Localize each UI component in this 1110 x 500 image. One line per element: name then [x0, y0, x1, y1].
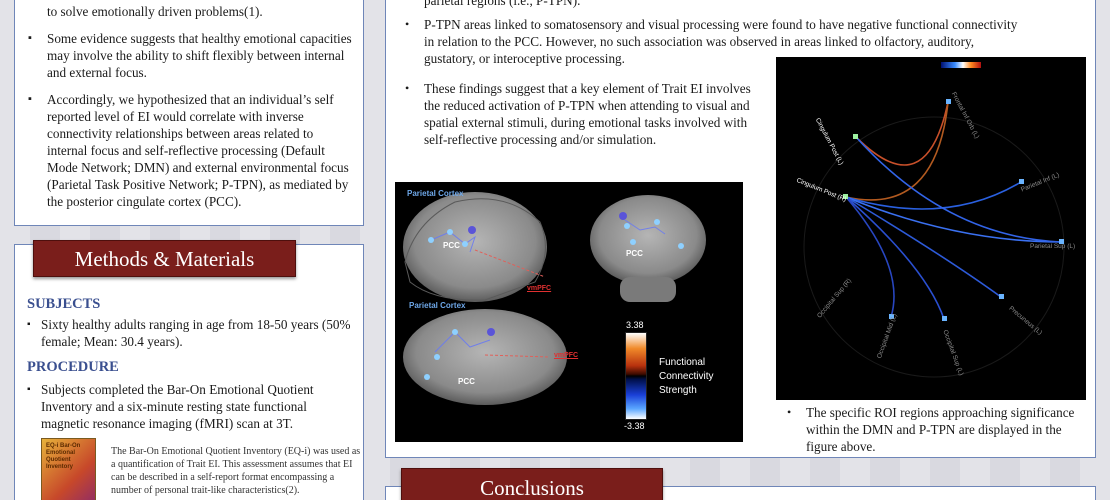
- vmpfc-label-1: vmPFC: [527, 285, 552, 292]
- eqi-description: The Bar-On Emotional Quotient Inventory …: [111, 446, 361, 496]
- intro-bullet-text: Accordingly, we hypothesized that an ind…: [47, 92, 349, 209]
- intro-bullet-text: Some evidence suggests that healthy emot…: [47, 31, 352, 80]
- bullet-marker: •: [405, 81, 410, 95]
- procedure-text: Subjects completed the Bar-On Emotional …: [41, 382, 314, 431]
- parietal-cortex-label-2: Parietal Cortex: [409, 301, 466, 310]
- intro-bullet-2: ▪ Accordingly, we hypothesized that an in…: [25, 91, 353, 210]
- pcc-label-1: PCC: [443, 241, 460, 250]
- methods-panel: SUBJECTS ▪ Sixty healthy adults ranging i…: [14, 244, 364, 500]
- parietal-cortex-label-1: Parietal Cortex: [407, 189, 464, 198]
- legend-line-2: Connectivity: [659, 371, 714, 382]
- results-bullet-2-text: • These findings suggest that a key eleme…: [403, 80, 763, 148]
- legend-line-1: Functional: [659, 357, 706, 368]
- connectivity-colorbar: [625, 332, 647, 420]
- scale-min-label: -3.38: [624, 421, 645, 431]
- roi-connectogram-figure: Cingulum Post (L) Cingulum Post (R) Fron…: [776, 57, 1086, 400]
- procedure-bullet: ▪ Subjects completed the Bar-On Emotional…: [27, 381, 357, 432]
- results-bullet-3-text: • The specific ROI regions approaching si…: [785, 404, 1075, 455]
- scale-max-label: 3.38: [626, 320, 644, 330]
- eqi-book-image: EQ-i Bar-On Emotional Quotient Inventory: [41, 438, 96, 500]
- pcc-label-2: PCC: [626, 249, 643, 258]
- results-top-text: parietal regions (i.e., P-TPN).: [403, 0, 1023, 9]
- results-top-line: parietal regions (i.e., P-TPN).: [403, 0, 1023, 9]
- connectogram-svg: [803, 62, 1065, 378]
- results-bullet-3: • The specific ROI regions approaching si…: [785, 404, 1075, 455]
- brain-coronal: [590, 195, 706, 285]
- results-bullet-3-span: The specific ROI regions approaching sig…: [806, 405, 1075, 454]
- pcc-label-3: PCC: [458, 377, 475, 386]
- intro-bullet-list: ▪ Some evidence suggests that healthy emo…: [25, 30, 353, 210]
- intro-first-line: to solve emotionally driven problems(1).: [47, 4, 263, 19]
- subjects-bullet: ▪ Sixty healthy adults ranging in age fro…: [27, 316, 357, 350]
- introduction-panel: to solve emotionally driven problems(1).…: [14, 0, 364, 226]
- roi-label-parietal-sup: Parietal Sup (L): [1030, 243, 1076, 250]
- conclusions-header: Conclusions: [401, 468, 663, 500]
- subjects-text: Sixty healthy adults ranging in age from…: [41, 317, 351, 349]
- results-bullet-2: • These findings suggest that a key eleme…: [403, 80, 763, 148]
- vmpfc-label-2: vmPFC: [554, 352, 579, 359]
- bullet-marker: •: [787, 405, 792, 419]
- legend-line-3: Strength: [659, 385, 697, 396]
- book-title: EQ-i Bar-On Emotional Quotient Inventory: [46, 443, 81, 470]
- bullet-marker: ▪: [28, 93, 32, 105]
- results-top-span: parietal regions (i.e., P-TPN).: [424, 0, 581, 8]
- intro-bullet-1: ▪ Some evidence suggests that healthy emo…: [25, 30, 353, 81]
- methods-header: Methods & Materials: [33, 240, 296, 277]
- brain-images: [403, 192, 706, 405]
- bullet-marker: ▪: [27, 319, 31, 330]
- bullet-marker: ▪: [27, 384, 31, 395]
- bullet-marker: ▪: [28, 32, 32, 44]
- brain-connectivity-figure: Parietal Cortex Parietal Cortex PCC PCC …: [395, 182, 743, 442]
- bullet-marker: •: [405, 17, 410, 31]
- procedure-title: PROCEDURE: [27, 359, 119, 375]
- subjects-title: SUBJECTS: [27, 296, 101, 312]
- colorbar-legend: Functional Connectivity Strength: [659, 356, 713, 398]
- connectogram-colorbar: [941, 62, 981, 68]
- results-bullet-2-span: These findings suggest that a key elemen…: [424, 81, 751, 147]
